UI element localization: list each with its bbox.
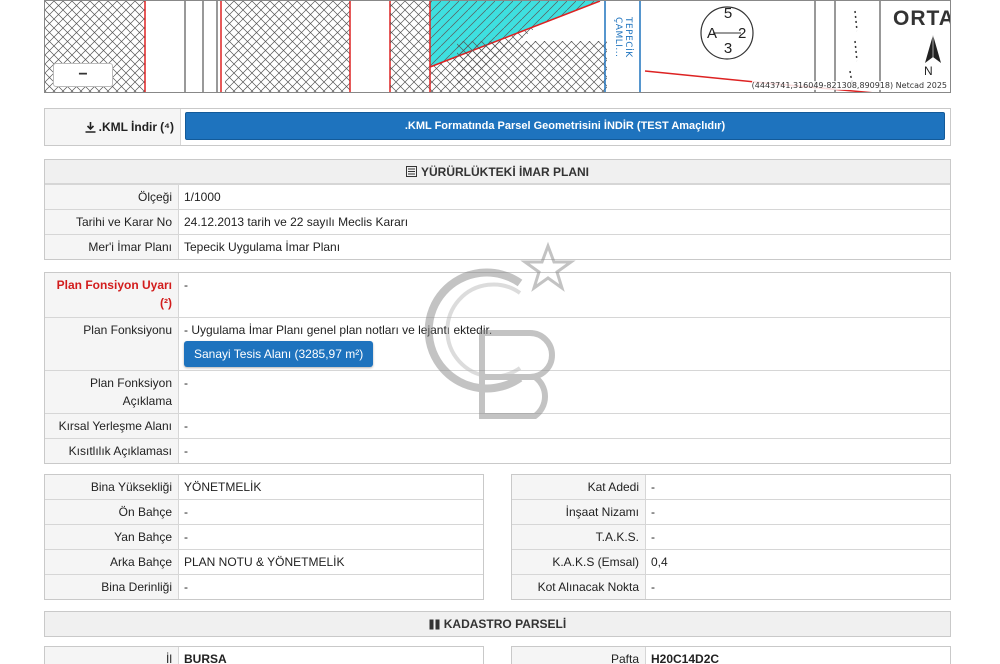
row-value: -: [184, 505, 188, 519]
table-row: Bina Derinliği -: [45, 574, 483, 599]
restriction-value: -: [184, 444, 188, 458]
table-row: Kat Adedi -: [512, 475, 950, 499]
function-value: - Uygulama İmar Planı genel plan notları…: [179, 318, 950, 370]
zoom-out-button[interactable]: −: [53, 63, 113, 87]
row-value: 24.12.2013 tarih ve 22 sayılı Meclis Kar…: [184, 215, 409, 229]
function-row: Plan Fonksiyonu - Uygulama İmar Planı ge…: [45, 317, 950, 370]
function-label: Plan Fonksiyonu: [45, 318, 179, 370]
parcel-code-bottom: 3: [723, 40, 733, 57]
function-warning-value: -: [184, 278, 188, 292]
cadastre-panel: KADASTRO PARSELİ: [44, 611, 951, 637]
row-label: T.A.K.S.: [512, 525, 646, 549]
columns-icon: [429, 619, 440, 629]
row-label: İnşaat Nizamı: [512, 500, 646, 524]
restriction-row: Kısıtlılık Açıklaması -: [45, 438, 950, 463]
download-icon: [85, 121, 96, 133]
row-label: Ön Bahçe: [45, 500, 179, 524]
rural-value: -: [184, 419, 188, 433]
parcel-map[interactable]: − TEPECİK ÇAMLI... ORTA 5 A 2 3 N (44437…: [44, 0, 951, 93]
row-value: -: [651, 505, 655, 519]
table-row: Bina Yüksekliği YÖNETMELİK: [45, 475, 483, 499]
table-row: Kot Alınacak Nokta -: [512, 574, 950, 599]
row-label: Bina Derinliği: [45, 575, 179, 599]
building-right-panel: Kat Adedi - İnşaat Nizamı - T.A.K.S. - K.A.…: [511, 474, 951, 600]
function-warning-label: Plan Fonsiyon Uyarı (²): [45, 273, 179, 317]
parcel-code-letter: A: [707, 25, 718, 42]
row-value: 1/1000: [184, 190, 221, 204]
function-area-button[interactable]: Sanayi Tesis Alanı (3285,97 m²): [184, 341, 374, 367]
table-row: Arka Bahçe PLAN NOTU & YÖNETMELİK: [45, 549, 483, 574]
row-label: Arka Bahçe: [45, 550, 179, 574]
pafta-label: Pafta: [512, 647, 646, 664]
row-value: -: [184, 530, 188, 544]
cadastre-header: KADASTRO PARSELİ: [45, 612, 950, 636]
row-label: Kat Adedi: [512, 475, 646, 499]
cadastre-left-table: İl BURSA: [44, 646, 484, 664]
function-warning-row: Plan Fonsiyon Uyarı (²) -: [45, 273, 950, 317]
place-label: ORTA: [893, 7, 951, 30]
kml-label-text: .KML İndir: [98, 120, 158, 134]
kml-download-button[interactable]: .KML Formatında Parsel Geometrisini İNDİ…: [185, 112, 945, 140]
row-label: Mer'i İmar Planı: [45, 235, 179, 259]
kml-label: .KML İndir (⁴): [45, 109, 181, 145]
imar-plan-header: YÜRÜRLÜKTEKİ İMAR PLANI: [45, 160, 950, 184]
map-attribution: (4443741,316049-821308,890918) Netcad 20…: [751, 81, 947, 90]
function-text: - Uygulama İmar Planı genel plan notları…: [184, 323, 493, 337]
table-row: İl BURSA: [45, 647, 483, 664]
cadastre-right-table: Pafta H20C14D2C: [511, 646, 951, 664]
row-label: Kot Alınacak Nokta: [512, 575, 646, 599]
building-left-panel: Bina Yüksekliği YÖNETMELİK Ön Bahçe - Yan …: [44, 474, 484, 600]
function-desc-value: -: [184, 376, 188, 390]
row-value: Tepecik Uygulama İmar Planı: [184, 240, 341, 254]
table-row: Yan Bahçe -: [45, 524, 483, 549]
rural-row: Kırsal Yerleşme Alanı -: [45, 413, 950, 438]
row-value: -: [651, 580, 655, 594]
function-desc-label: Plan Fonksiyon Açıklama: [45, 371, 179, 413]
il-label: İl: [45, 647, 179, 664]
table-row: Pafta H20C14D2C: [512, 647, 950, 664]
table-row: İnşaat Nizamı -: [512, 499, 950, 524]
imar-plan-panel: YÜRÜRLÜKTEKİ İMAR PLANI Ölçeği 1/1000 Ta…: [44, 159, 951, 260]
list-icon: [406, 166, 417, 177]
table-row: Ön Bahçe -: [45, 499, 483, 524]
imar-row-olcek: Ölçeği 1/1000: [45, 184, 950, 209]
rural-label: Kırsal Yerleşme Alanı: [45, 414, 179, 438]
row-label: K.A.K.S (Emsal): [512, 550, 646, 574]
row-value: YÖNETMELİK: [184, 480, 262, 494]
map-canvas: [45, 1, 950, 92]
imar-plan-title: YÜRÜRLÜKTEKİ İMAR PLANI: [421, 164, 589, 179]
row-value: -: [651, 480, 655, 494]
parcel-code-top: 5: [723, 5, 733, 22]
row-value: 0,4: [651, 555, 668, 569]
row-label: Ölçeği: [45, 185, 179, 209]
imar-row-tarih: Tarihi ve Karar No 24.12.2013 tarih ve 2…: [45, 209, 950, 234]
row-value: -: [651, 530, 655, 544]
parcel-code-right: 2: [738, 25, 747, 42]
table-row: K.A.K.S (Emsal) 0,4: [512, 549, 950, 574]
pafta-value: H20C14D2C: [651, 652, 720, 664]
plan-function-panel: Plan Fonsiyon Uyarı (²) - Plan Fonksiyon…: [44, 272, 951, 464]
il-value: BURSA: [184, 652, 227, 664]
row-value: -: [184, 580, 188, 594]
row-label: Tarihi ve Karar No: [45, 210, 179, 234]
street-label: TEPECİK ÇAMLI...: [613, 17, 633, 58]
imar-row-meri: Mer'i İmar Planı Tepecik Uygulama İmar P…: [45, 234, 950, 259]
kml-panel: .KML İndir (⁴) .KML Formatında Parsel Ge…: [44, 108, 951, 146]
kml-note: (⁴): [160, 120, 174, 134]
table-row: T.A.K.S. -: [512, 524, 950, 549]
function-desc-row: Plan Fonksiyon Açıklama -: [45, 370, 950, 413]
north-arrow-icon: N: [924, 64, 933, 78]
row-label: Yan Bahçe: [45, 525, 179, 549]
row-label: Bina Yüksekliği: [45, 475, 179, 499]
restriction-label: Kısıtlılık Açıklaması: [45, 439, 179, 463]
cadastre-title: KADASTRO PARSELİ: [443, 617, 567, 631]
row-value: PLAN NOTU & YÖNETMELİK: [184, 555, 345, 569]
